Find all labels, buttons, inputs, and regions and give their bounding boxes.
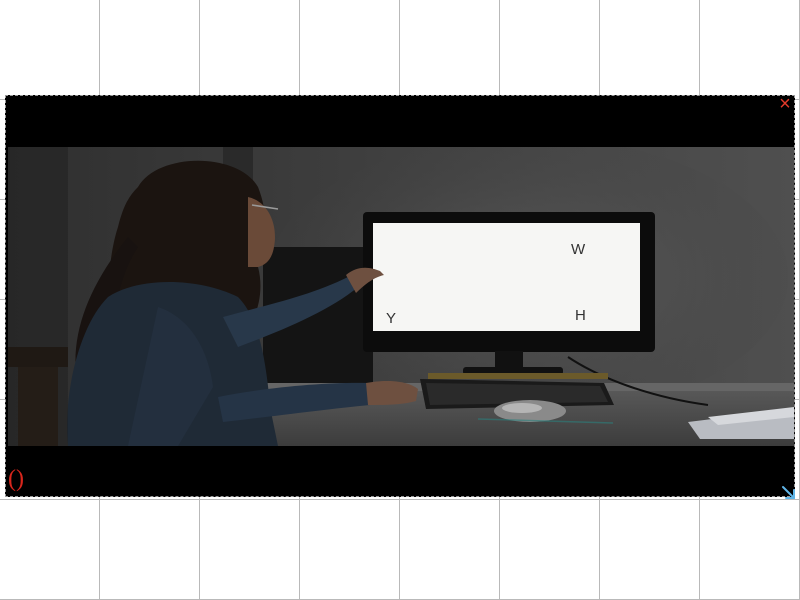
video-scene: W Y H: [8, 147, 794, 446]
screen-letter-y: Y: [386, 310, 396, 327]
resize-arrow-icon[interactable]: [780, 484, 798, 502]
mouse-highlight: [502, 403, 542, 413]
close-icon[interactable]: ×: [776, 94, 794, 114]
screen-letter-h: H: [575, 307, 586, 324]
screen-letter-w: W: [571, 241, 586, 258]
video-frame[interactable]: W Y H: [8, 147, 794, 446]
left-shadow: [8, 147, 68, 446]
desk-lamp-strip: [428, 373, 608, 379]
monitor-screen: [373, 223, 640, 331]
video-player[interactable]: × W Y H (): [5, 94, 795, 499]
monitor-neck: [495, 351, 523, 369]
caption-toggle-button[interactable]: (): [8, 464, 34, 494]
